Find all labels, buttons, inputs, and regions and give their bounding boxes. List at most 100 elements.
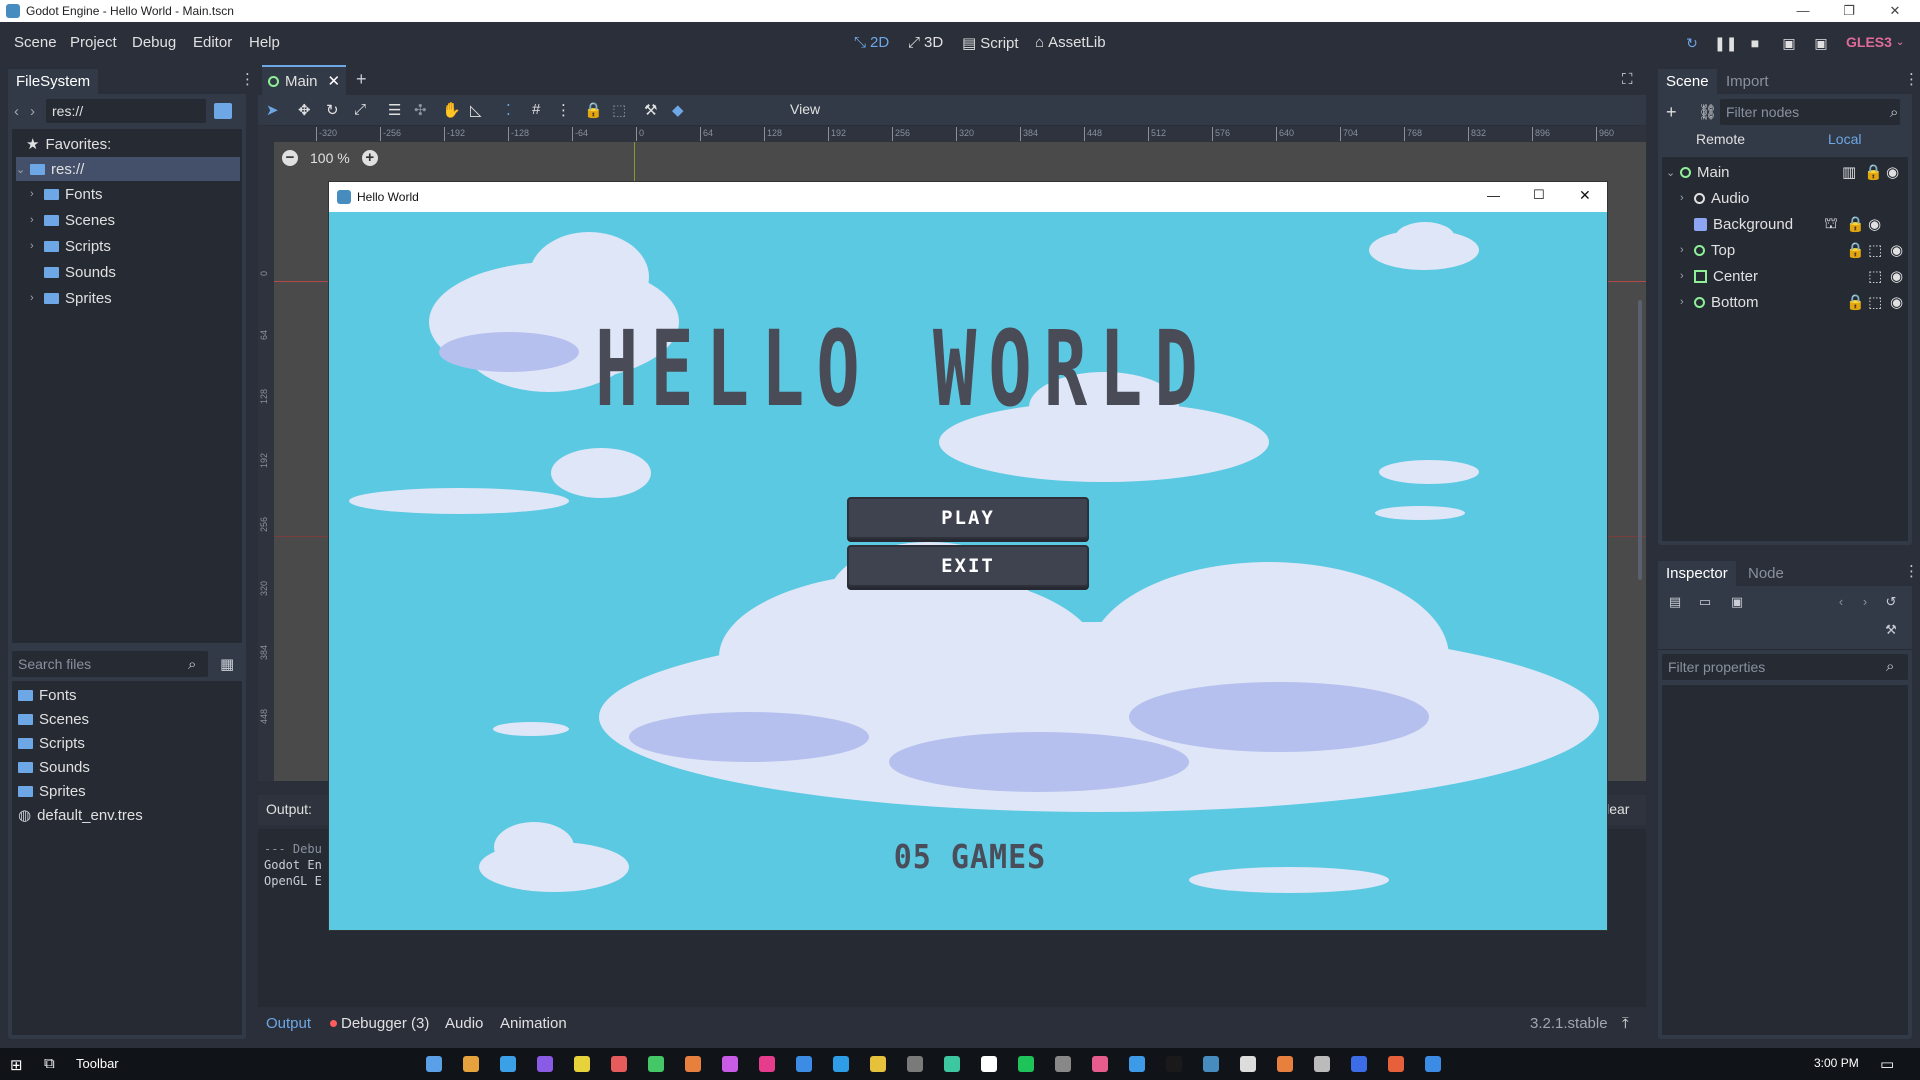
dock-menu-icon[interactable]: ⋮ xyxy=(1904,70,1919,88)
tree-item-scenes[interactable]: › Scenes xyxy=(30,208,115,232)
taskbar-app-icon[interactable] xyxy=(574,1056,590,1072)
menu-help[interactable]: Help xyxy=(249,34,280,51)
pivot-icon[interactable]: ✣ xyxy=(414,101,427,119)
grid-snap-icon[interactable]: # xyxy=(532,101,540,118)
mode-2d-button[interactable]: ⤡ 2D xyxy=(854,34,889,51)
taskbar-app-icon[interactable] xyxy=(1203,1056,1219,1072)
bone-icon[interactable]: ⚒ xyxy=(644,101,657,119)
taskbar-app-icon[interactable] xyxy=(1314,1056,1330,1072)
link-icon[interactable]: ⛓ xyxy=(1698,103,1720,121)
taskbar-app-icon[interactable] xyxy=(1129,1056,1145,1072)
clock[interactable]: 3:00 PM xyxy=(1814,1056,1859,1070)
zoom-out-icon[interactable]: − xyxy=(282,150,298,166)
tab-inspector[interactable]: Inspector xyxy=(1658,561,1736,586)
rotate-mode-icon[interactable]: ↻ xyxy=(326,101,339,119)
taskbar-app-icon[interactable] xyxy=(463,1056,479,1072)
anchor-icon[interactable]: ⬚ xyxy=(1868,267,1882,285)
lock-icon[interactable]: 🔒 xyxy=(584,101,603,119)
lock-icon[interactable]: 🔒 xyxy=(1846,215,1865,233)
file-item[interactable]: Scenes xyxy=(18,707,89,731)
file-item[interactable]: Sounds xyxy=(18,755,90,779)
reload-icon[interactable]: ↻ xyxy=(1683,34,1701,52)
taskbar-app-icon[interactable] xyxy=(759,1056,775,1072)
ruler-icon[interactable]: ◺ xyxy=(470,101,482,119)
tab-scene[interactable]: Scene xyxy=(1658,69,1717,94)
view-menu[interactable]: View xyxy=(790,101,820,117)
lock-icon[interactable]: 🔒 xyxy=(1846,293,1865,311)
close-icon[interactable]: ✕ xyxy=(1579,187,1591,204)
snap-icon[interactable]: ⁚ xyxy=(506,101,511,119)
node-main[interactable]: ⌄ Main ▥ 🔒 ◉ xyxy=(1666,160,1906,184)
mode-script-button[interactable]: ▤ Script xyxy=(962,34,1019,53)
node-bottom[interactable]: › Bottom 🔒 ⬚ ◉ xyxy=(1680,290,1906,314)
path-field[interactable]: res:// xyxy=(46,99,206,123)
group-icon[interactable]: ⛫ xyxy=(1824,215,1838,234)
camera-icon[interactable]: ◆ xyxy=(672,101,684,119)
dock-menu-icon[interactable]: ⋮ xyxy=(1904,562,1919,580)
node-center[interactable]: › Center ⬚ ◉ xyxy=(1680,264,1906,288)
taskbar-app-icon[interactable] xyxy=(981,1056,997,1072)
group-icon[interactable]: ⬚ xyxy=(612,101,626,119)
taskbar-app-icon[interactable] xyxy=(1277,1056,1293,1072)
history-forward-icon[interactable]: › xyxy=(1858,595,1872,609)
tree-item-sounds[interactable]: Sounds xyxy=(30,260,116,284)
taskbar-app-icon[interactable] xyxy=(944,1056,960,1072)
maximize-icon[interactable]: ☐ xyxy=(1533,187,1545,203)
expand-bottom-panel-icon[interactable]: ⤒ xyxy=(1622,1015,1629,1032)
dock-menu-icon[interactable]: ⋮ xyxy=(240,70,255,88)
toolbar-label[interactable]: Toolbar xyxy=(76,1056,119,1071)
forward-icon[interactable]: › xyxy=(30,103,46,120)
file-item[interactable]: Scripts xyxy=(18,731,85,755)
tab-import[interactable]: Import xyxy=(1718,69,1777,94)
taskbar-app-icon[interactable] xyxy=(611,1056,627,1072)
taskbar-app-icon[interactable] xyxy=(1388,1056,1404,1072)
save-icon[interactable]: ▣ xyxy=(1730,595,1744,609)
taskbar-app-icon[interactable] xyxy=(426,1056,442,1072)
local-tab[interactable]: Local xyxy=(1828,131,1861,147)
taskbar-app-icon[interactable] xyxy=(907,1056,923,1072)
node-audio[interactable]: › Audio xyxy=(1680,186,1749,210)
visibility-icon[interactable]: ◉ xyxy=(1890,241,1903,259)
taskbar-app-icon[interactable] xyxy=(500,1056,516,1072)
renderer-select[interactable]: GLES3 ⌄ xyxy=(1846,34,1904,50)
tree-item-fonts[interactable]: › Fonts xyxy=(30,182,103,206)
list-select-icon[interactable]: ☰ xyxy=(388,101,401,119)
tree-item-res[interactable]: ⌄ res:// xyxy=(16,157,240,181)
select-mode-icon[interactable]: ➤ xyxy=(266,101,279,119)
zoom-in-icon[interactable]: + xyxy=(361,150,378,166)
file-item[interactable]: Sprites xyxy=(18,779,86,803)
taskbar-app-icon[interactable] xyxy=(537,1056,553,1072)
object-tools-icon[interactable]: ⚒ xyxy=(1884,623,1898,637)
windows-start-icon[interactable]: ⊞ xyxy=(10,1056,23,1074)
visibility-icon[interactable]: ◉ xyxy=(1890,267,1903,285)
lock-icon[interactable]: 🔒 xyxy=(1846,241,1865,259)
script-icon[interactable]: ▥ xyxy=(1842,163,1856,181)
snap-options-icon[interactable]: ⋮ xyxy=(556,101,571,119)
visibility-icon[interactable]: ◉ xyxy=(1890,293,1903,311)
new-resource-icon[interactable]: ▤ xyxy=(1668,595,1682,609)
viewport-scrollbar[interactable] xyxy=(1638,300,1642,580)
history-icon[interactable]: ↺ xyxy=(1884,595,1898,609)
favorites-row[interactable]: ★ Favorites: xyxy=(26,132,111,156)
restore-icon[interactable]: ❐ xyxy=(1826,0,1872,22)
visibility-icon[interactable]: ◉ xyxy=(1868,215,1881,233)
taskbar-app-icon[interactable] xyxy=(833,1056,849,1072)
taskbar-app-icon[interactable] xyxy=(1055,1056,1071,1072)
node-background[interactable]: Background ⛫ 🔒 ◉ xyxy=(1680,212,1906,236)
tab-filesystem[interactable]: FileSystem xyxy=(8,69,99,94)
minimize-icon[interactable]: — xyxy=(1780,0,1826,22)
back-icon[interactable]: ‹ xyxy=(14,103,30,120)
add-node-icon[interactable]: + xyxy=(1666,102,1686,123)
taskbar-app-icon[interactable] xyxy=(1351,1056,1367,1072)
taskbar-app-icon[interactable] xyxy=(685,1056,701,1072)
tab-output[interactable]: Output xyxy=(266,1015,311,1032)
minimize-icon[interactable]: — xyxy=(1487,188,1500,203)
stop-icon[interactable]: ■ xyxy=(1746,34,1764,52)
close-tab-icon[interactable]: ✕ xyxy=(328,72,341,90)
tree-item-scripts[interactable]: › Scripts xyxy=(30,234,111,258)
tab-audio[interactable]: Audio xyxy=(445,1015,483,1032)
taskbar-app-icon[interactable] xyxy=(1425,1056,1441,1072)
file-item[interactable]: ◍ default_env.tres xyxy=(18,803,143,827)
play-custom-scene-icon[interactable]: ▣ xyxy=(1812,34,1830,52)
notifications-icon[interactable]: ▭ xyxy=(1880,1055,1894,1073)
